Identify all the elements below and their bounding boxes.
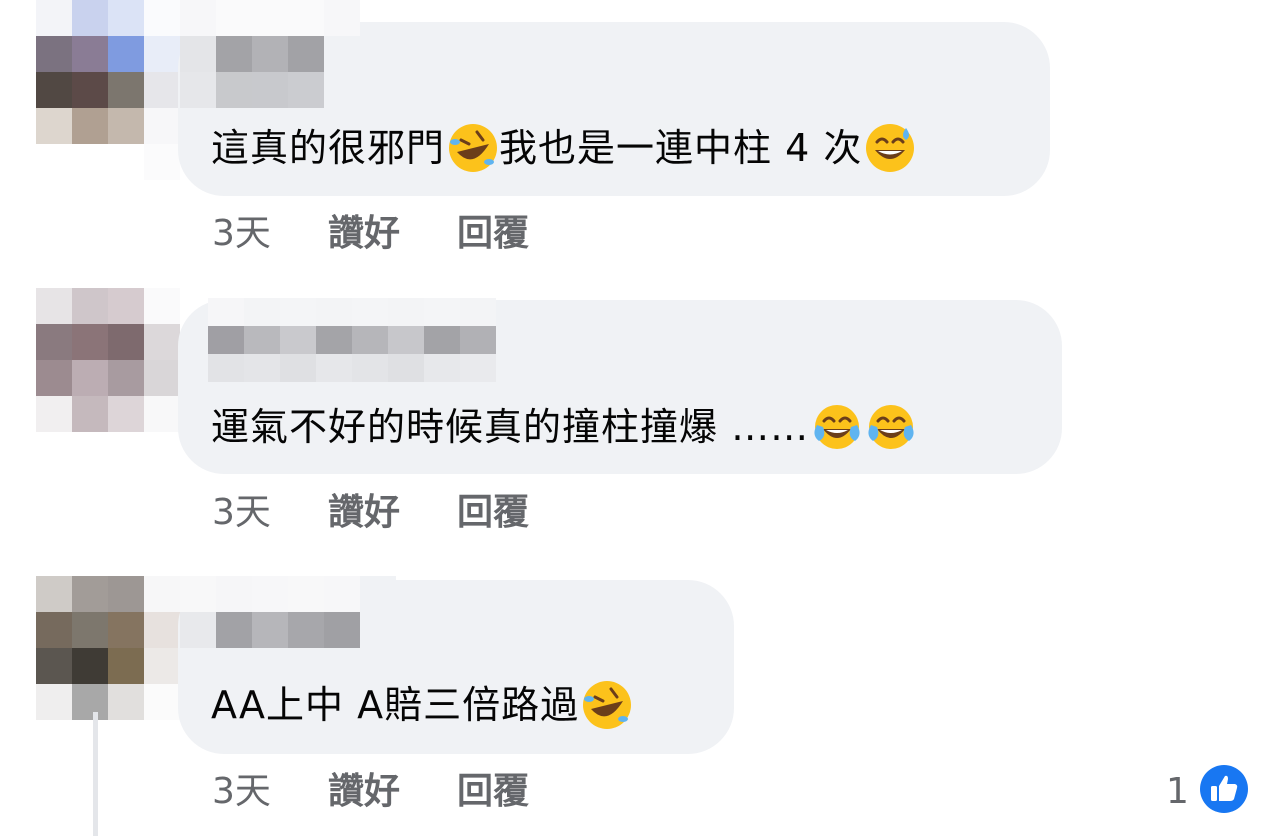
comment-text-part: 這真的很邪門 [211,126,446,170]
thread-line [93,712,98,836]
comment-thread: 這真的很邪門 我也是一連中柱 4 次 3天 讚好 回覆 運氣不好的時候真的撞柱撞… [0,0,1284,836]
rolling-on-floor-laughing-emoji [583,681,632,729]
comment-timestamp[interactable]: 3天 [212,495,271,531]
comment-text-part: 運氣不好的時候真的撞柱撞爆 …… [211,405,810,449]
commenter-name[interactable] [180,0,360,108]
reply-button[interactable]: 回覆 [457,774,529,810]
comment-timestamp[interactable]: 3天 [212,774,271,810]
comment-text-part: 我也是一連中柱 4 次 [499,126,863,170]
commenter-name[interactable] [208,298,496,382]
like-button[interactable]: 讚好 [328,216,400,252]
comment-text-part: AA上中 A賠三倍路過 [211,683,580,727]
rolling-on-floor-laughing-emoji [449,124,498,172]
comment-text: 運氣不好的時候真的撞柱撞爆 …… [211,401,917,453]
tears-of-joy-emoji [868,405,914,449]
comment-text: 這真的很邪門 我也是一連中柱 4 次 [211,122,916,174]
grinning-sweat-emoji [866,124,915,172]
like-button[interactable]: 讚好 [328,774,400,810]
avatar[interactable] [36,288,180,432]
tears-of-joy-emoji [814,405,860,449]
reply-button[interactable]: 回覆 [457,216,529,252]
reply-button[interactable]: 回覆 [457,495,529,531]
thumbs-up-icon[interactable] [1199,764,1249,814]
commenter-name[interactable] [180,576,396,684]
reaction-count[interactable]: 1 [1166,774,1189,810]
comment-timestamp[interactable]: 3天 [212,216,271,252]
avatar[interactable] [36,576,180,720]
avatar[interactable] [36,0,180,180]
comment-text: AA上中 A賠三倍路過 [211,679,633,731]
like-button[interactable]: 讚好 [328,495,400,531]
